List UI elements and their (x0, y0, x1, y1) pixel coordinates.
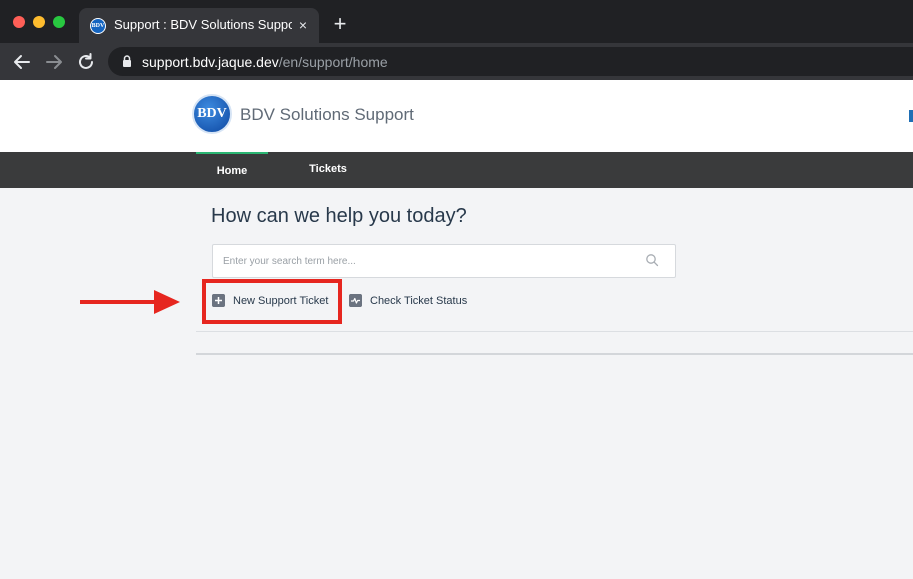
highlight-box (202, 279, 342, 324)
new-tab-button[interactable]: + (330, 13, 350, 35)
site-title[interactable]: BDV Solutions Support (240, 105, 414, 125)
tab-title: Support : BDV Solutions Support (114, 17, 292, 32)
tab-close-icon[interactable]: × (295, 16, 311, 34)
address-bar[interactable]: support.bdv.jaque.dev/en/support/home (108, 47, 913, 76)
search-input[interactable] (213, 245, 633, 277)
url-text: support.bdv.jaque.dev/en/support/home (142, 54, 388, 70)
site-header: BDV BDV Solutions Support (0, 80, 913, 152)
search-box (212, 244, 676, 278)
section-divider (196, 353, 913, 355)
page-title: How can we help you today? (211, 205, 467, 227)
company-logo[interactable]: BDV (192, 94, 232, 134)
header-link-edge[interactable] (909, 110, 913, 122)
nav-home-tab[interactable]: Home (196, 152, 268, 188)
url-host: support.bdv.jaque.dev (142, 54, 279, 70)
maximize-window-button[interactable] (53, 16, 65, 28)
activity-icon (349, 294, 362, 307)
nav-tickets-tab[interactable]: Tickets (296, 152, 360, 188)
minimize-window-button[interactable] (33, 16, 45, 28)
browser-tab[interactable]: BDV Support : BDV Solutions Support × (79, 8, 319, 43)
back-arrow-icon[interactable] (11, 51, 33, 73)
red-arrow-icon (80, 290, 180, 314)
url-path: /en/support/home (278, 54, 388, 70)
section-divider (196, 331, 913, 332)
close-window-button[interactable] (13, 16, 25, 28)
reload-icon[interactable] (75, 51, 97, 73)
browser-toolbar: support.bdv.jaque.dev/en/support/home (0, 43, 913, 80)
search-icon[interactable] (645, 253, 659, 267)
main-navigation: Home Tickets (0, 152, 913, 188)
forward-arrow-icon[interactable] (43, 51, 65, 73)
lock-icon (123, 55, 131, 67)
check-ticket-status-label: Check Ticket Status (370, 295, 468, 307)
favicon-icon: BDV (90, 18, 106, 34)
browser-tabbar: BDV Support : BDV Solutions Support × + (0, 0, 913, 43)
